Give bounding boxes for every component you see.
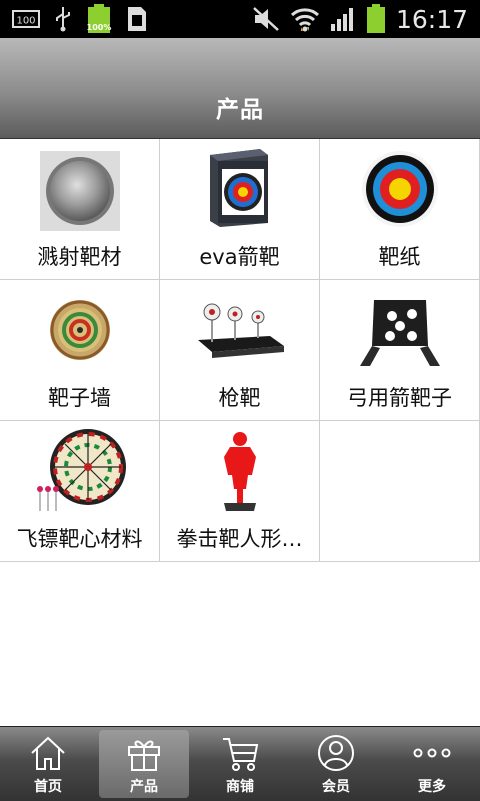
product-row: 溅射靶材 eva箭靶 靶纸	[0, 139, 480, 280]
page-title: 产品	[216, 97, 264, 123]
more-icon	[413, 748, 451, 758]
product-row: 靶子墙 枪靶 弓用箭靶子	[0, 280, 480, 421]
product-name: 靶纸	[378, 245, 421, 269]
bow-arrow-target-image	[360, 300, 440, 366]
product-name: 枪靶	[218, 386, 261, 410]
tab-label: 产品	[130, 779, 158, 795]
sputtering-target-image	[40, 151, 120, 231]
tab-label: 首页	[34, 779, 62, 795]
product-item-gun-target[interactable]: 枪靶	[160, 280, 320, 420]
dartboard-image	[37, 429, 126, 511]
clock: 16:17	[395, 4, 468, 34]
tab-more[interactable]: 更多	[384, 727, 480, 801]
sim-card-icon	[128, 7, 146, 31]
product-name: 靶子墙	[48, 386, 111, 410]
gun-target-image	[198, 303, 284, 358]
wifi-icon	[290, 8, 319, 32]
tab-label: 会员	[322, 779, 350, 795]
battery-charging-icon	[366, 4, 385, 33]
product-name: 飞镖靶心材料	[16, 527, 143, 551]
tab-products[interactable]: 产品	[96, 727, 192, 801]
product-item-eva-arrow-target[interactable]: eva箭靶	[160, 139, 320, 279]
product-name: 弓用箭靶子	[347, 386, 452, 410]
boxing-dummy-image	[224, 432, 256, 511]
product-name: 溅射靶材	[37, 245, 122, 269]
tab-member[interactable]: 会员	[288, 727, 384, 801]
tab-shop[interactable]: 商铺	[192, 727, 288, 801]
product-item-straw-target-wall[interactable]: 靶子墙	[0, 280, 160, 420]
usb-icon	[56, 7, 70, 32]
product-item-boxing-dummy[interactable]: 拳击靶人形…	[160, 421, 320, 561]
app-header: 产品	[0, 38, 480, 140]
status-bar: 100 100% 16:17	[0, 0, 480, 38]
svg-text:100: 100	[16, 16, 35, 27]
home-icon	[31, 736, 65, 770]
target-paper-image	[362, 151, 438, 227]
mute-icon	[253, 7, 279, 31]
eva-arrow-target-image	[210, 149, 268, 227]
tab-label: 更多	[418, 779, 446, 795]
straw-target-wall-image	[50, 300, 110, 360]
product-item-target-paper[interactable]: 靶纸	[320, 139, 480, 279]
gift-icon	[128, 740, 160, 771]
tab-home[interactable]: 首页	[0, 727, 96, 801]
storage-icon: 100	[12, 10, 40, 28]
product-item-bow-arrow-target[interactable]: 弓用箭靶子	[320, 280, 480, 420]
empty-grid-cell	[320, 421, 480, 561]
tab-label: 商铺	[226, 779, 254, 795]
product-item-dartboard[interactable]: 飞镖靶心材料	[0, 421, 160, 561]
user-icon	[318, 735, 354, 771]
battery-full-icon: 100%	[87, 4, 112, 33]
product-row: 飞镖靶心材料 拳击靶人形…	[0, 421, 480, 562]
product-grid: 溅射靶材 eva箭靶 靶纸 靶子墙 枪靶 弓用箭靶子 飞镖靶心材料 拳击靶人形…	[0, 139, 480, 562]
signal-icon	[330, 8, 353, 31]
product-item-sputtering-target[interactable]: 溅射靶材	[0, 139, 160, 279]
cart-icon	[223, 738, 259, 771]
bottom-tab-bar: 首页 产品 商铺 会员 更多	[0, 726, 480, 801]
svg-text:100%: 100%	[87, 23, 112, 32]
product-name: eva箭靶	[199, 245, 280, 269]
product-name: 拳击靶人形…	[176, 527, 303, 551]
